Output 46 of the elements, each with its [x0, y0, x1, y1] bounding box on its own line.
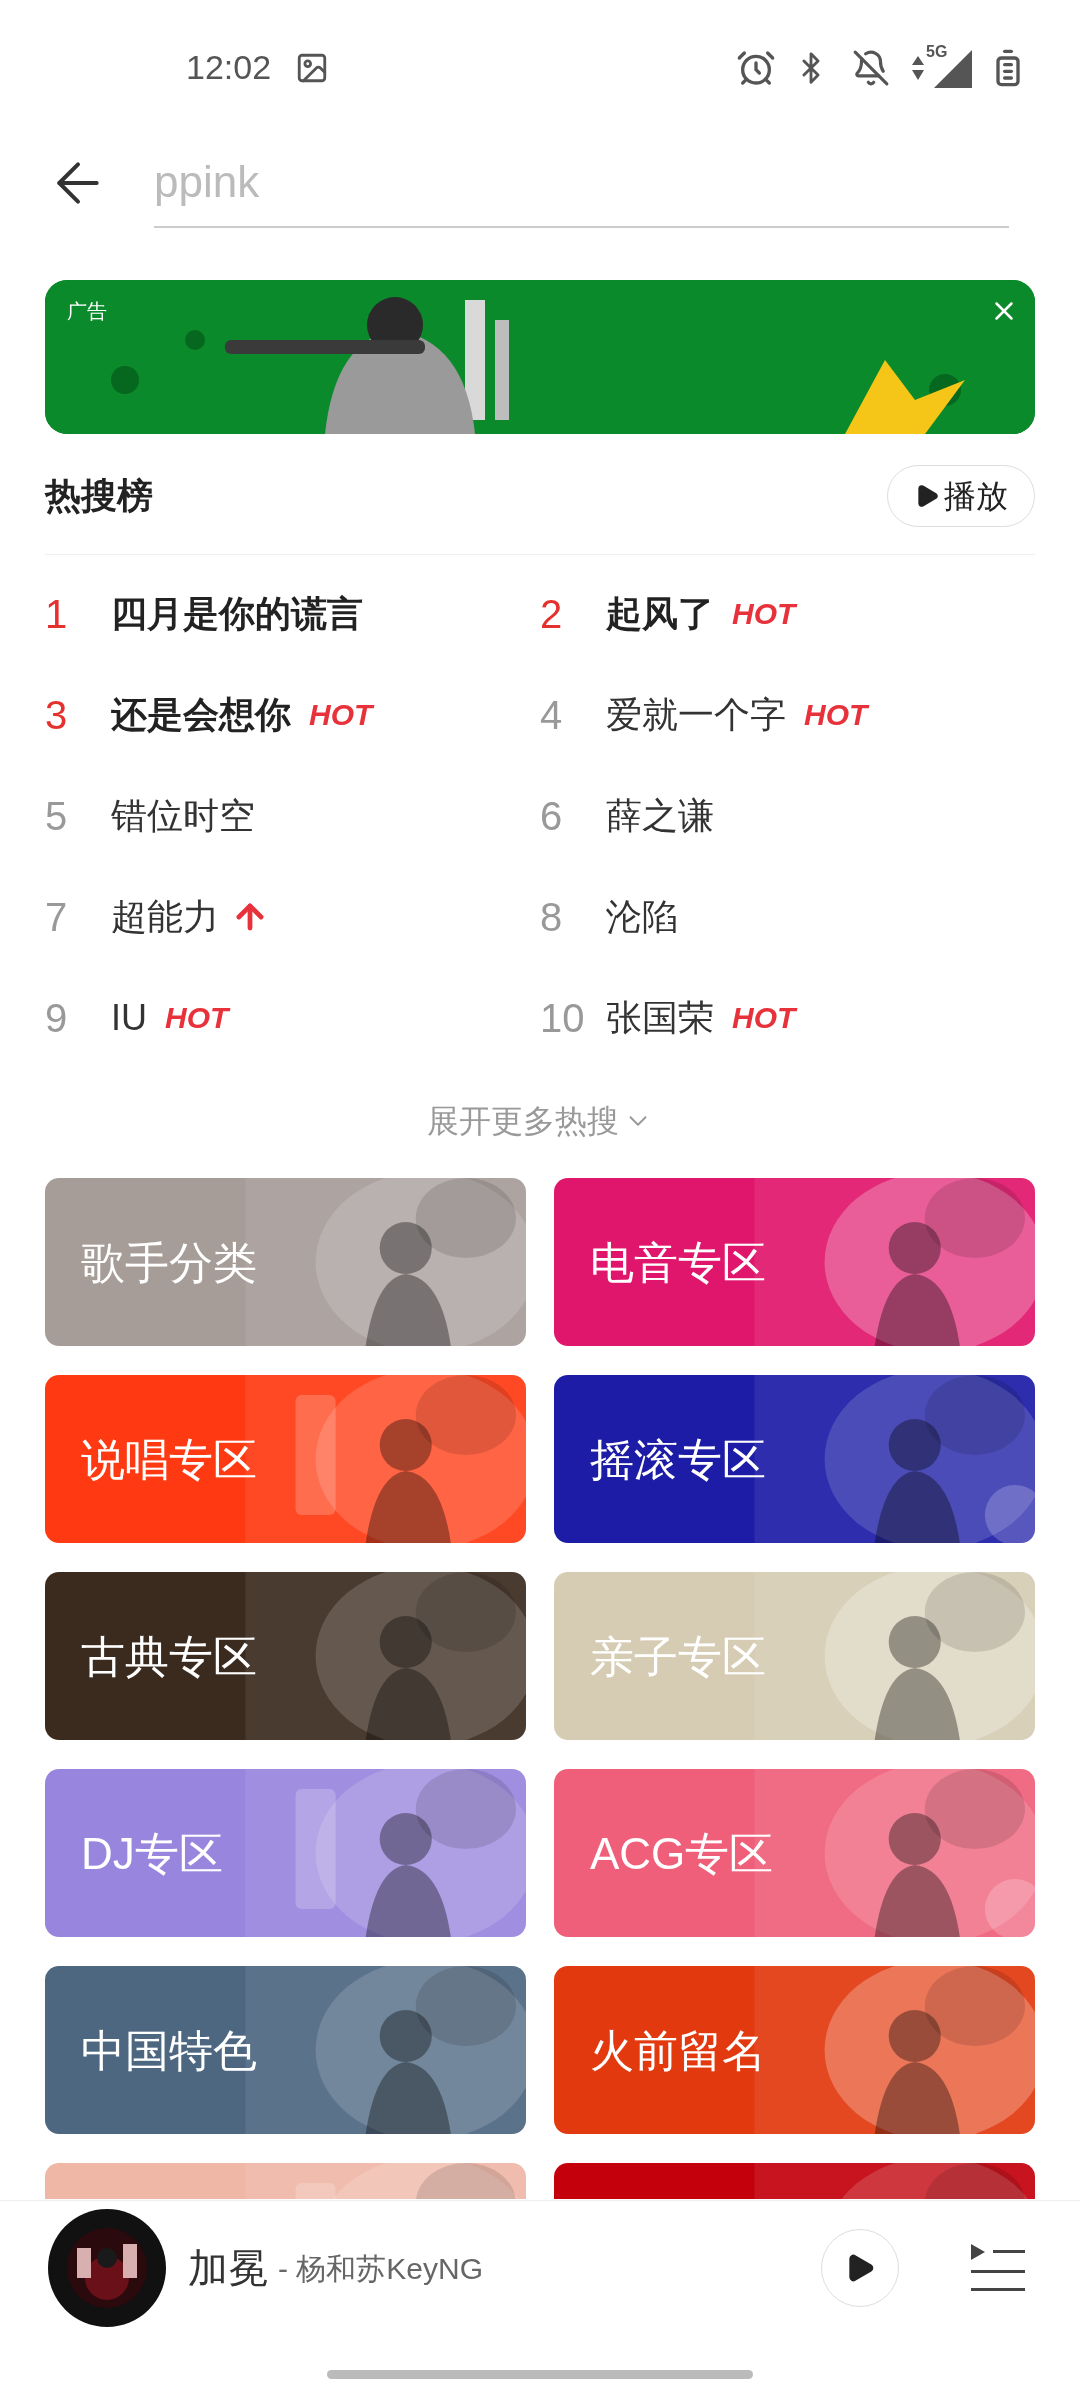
- category-label: ACG专区: [590, 1828, 774, 1880]
- category-label: 亲子专区: [590, 1631, 766, 1683]
- category-label: 歌手分类: [81, 1237, 257, 1289]
- rank-number: 9: [45, 994, 69, 1042]
- hot-search-item[interactable]: IU: [111, 990, 147, 1045]
- category-label: 火前留名: [590, 2025, 766, 2077]
- rank-number: 3: [45, 691, 69, 739]
- rank-number: 7: [45, 893, 69, 941]
- category-label: DJ专区: [81, 1828, 223, 1880]
- category-label: 摇滚专区: [590, 1434, 766, 1486]
- hot-tag: HOT: [732, 995, 796, 1040]
- category-label: 中国特色: [81, 2025, 257, 2077]
- category-label: 古典专区: [81, 1631, 257, 1683]
- hot-search-item[interactable]: 超能力: [111, 889, 219, 944]
- hot-search-item[interactable]: 沦陷: [606, 889, 678, 944]
- hot-search-item[interactable]: 爱就一个字: [606, 687, 786, 742]
- category-label: 电音专区: [590, 1237, 766, 1289]
- status-time: 12:02: [186, 47, 272, 88]
- rank-number: 8: [540, 893, 564, 941]
- data-arrows-icon: [912, 55, 924, 80]
- song-artist: - 杨和苏KeyNG: [278, 2250, 484, 2287]
- hot-search-item[interactable]: 还是会想你: [111, 687, 291, 742]
- hot-search-item[interactable]: 错位时空: [111, 788, 255, 843]
- rank-number: 10: [540, 994, 586, 1042]
- song-title: 加冕: [188, 2245, 268, 2292]
- hot-tag: HOT: [804, 692, 868, 737]
- section-title: 热搜榜: [45, 474, 153, 518]
- rank-number: 1: [45, 590, 69, 638]
- search-field[interactable]: ppink: [154, 138, 1009, 228]
- rank-number: 4: [540, 691, 564, 739]
- category-label: 说唱专区: [81, 1434, 257, 1486]
- hot-search-item[interactable]: 四月是你的谎言: [111, 586, 363, 641]
- hot-tag: HOT: [165, 995, 229, 1040]
- playlist-icon[interactable]: [971, 2244, 1025, 2292]
- hot-search-item[interactable]: 薛之谦: [606, 788, 714, 843]
- rank-number: 2: [540, 590, 564, 638]
- bell-off-icon: [852, 48, 890, 87]
- ad-label: 广告: [67, 299, 107, 324]
- rank-number: 5: [45, 792, 69, 840]
- ad-banner[interactable]: 广告: [45, 280, 1035, 434]
- hot-search-item[interactable]: 起风了: [606, 586, 714, 641]
- rank-number: 6: [540, 792, 564, 840]
- network-label: 5G: [926, 41, 948, 62]
- hot-search-item[interactable]: 张国荣: [606, 990, 714, 1045]
- hot-tag: HOT: [309, 692, 373, 737]
- hot-tag: HOT: [732, 591, 796, 636]
